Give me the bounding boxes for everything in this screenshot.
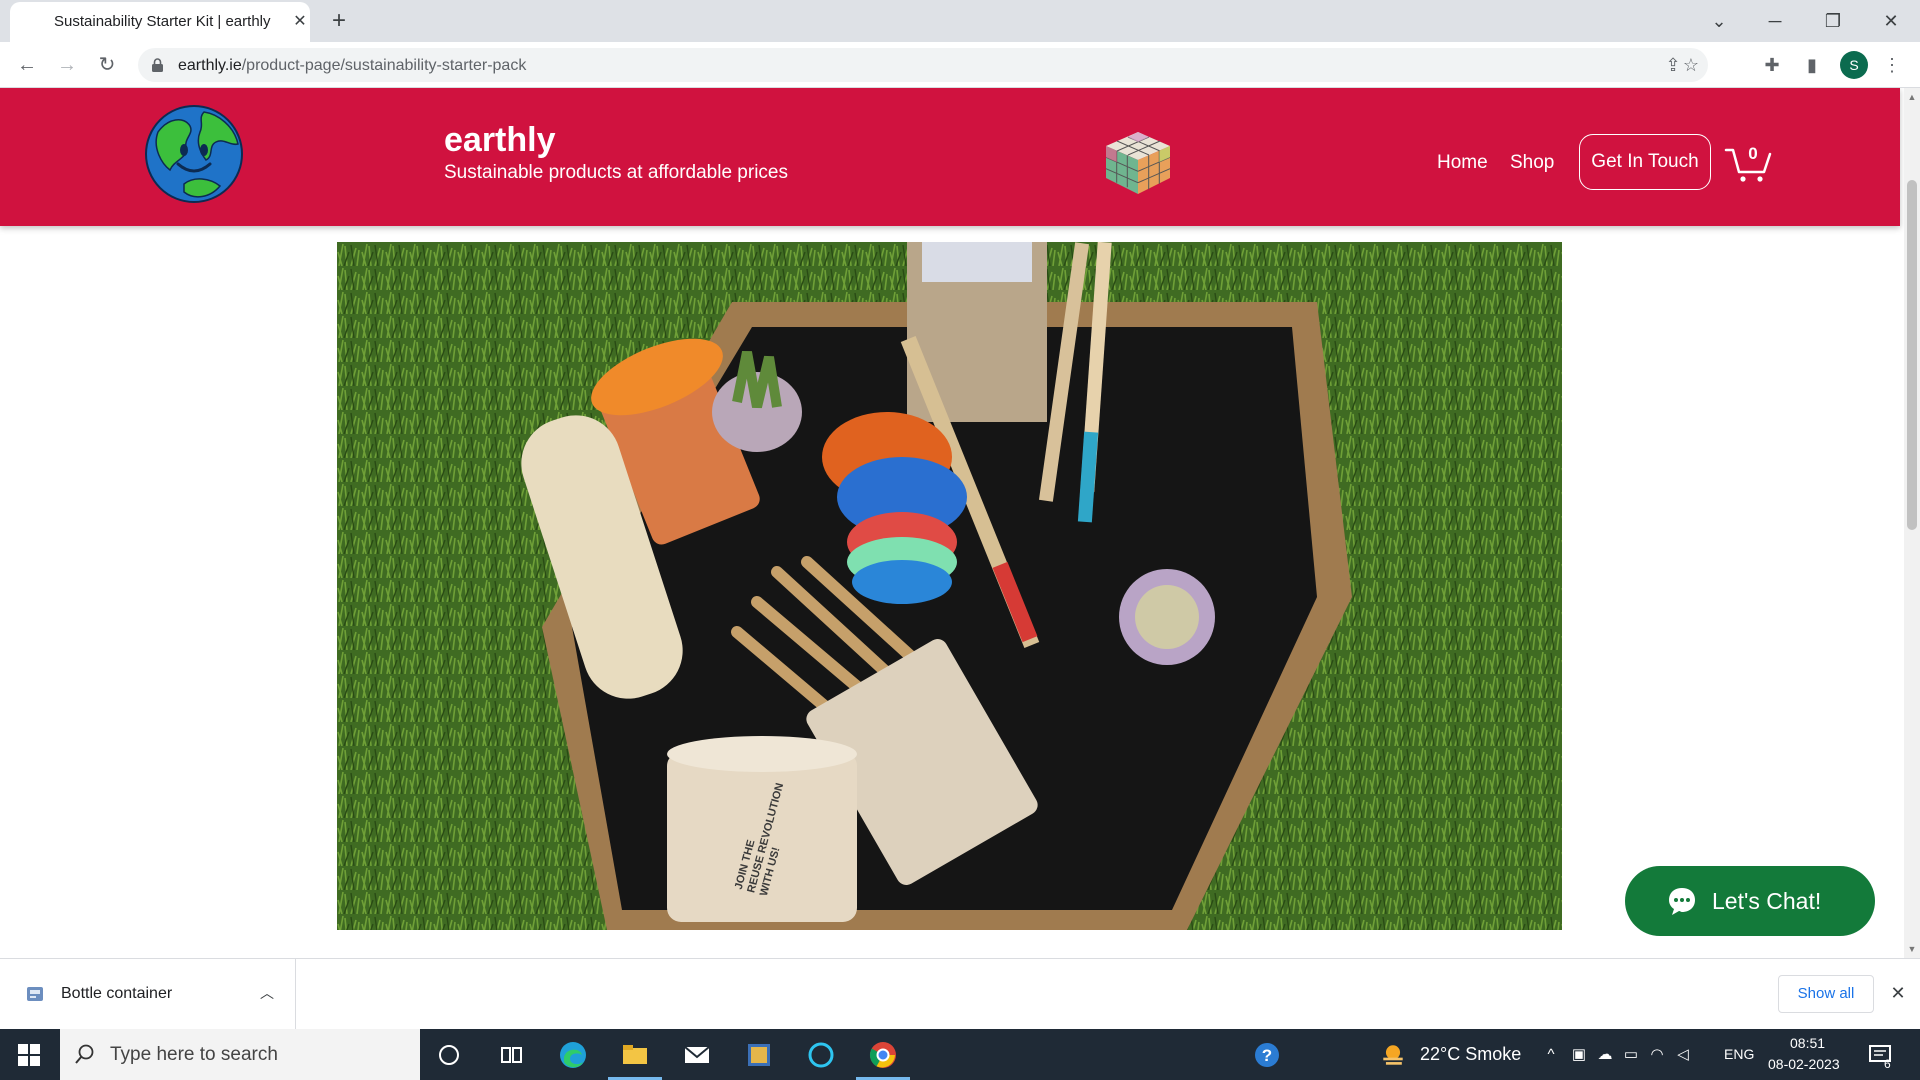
notifications-icon[interactable] — [1866, 1038, 1896, 1072]
scroll-down-icon[interactable]: ▼ — [1907, 944, 1917, 954]
help-icon[interactable]: ? — [1250, 1038, 1284, 1072]
product-hero-image[interactable]: JOIN THE REUSE REVOLUTION WITH US! — [337, 242, 1562, 930]
back-icon[interactable]: ← — [12, 50, 42, 80]
profile-avatar[interactable]: S — [1840, 51, 1868, 79]
taskbar-search-box[interactable]: Type here to search — [60, 1029, 420, 1080]
extensions-icon[interactable]: ✚ — [1760, 53, 1784, 77]
chrome-icon[interactable] — [866, 1038, 900, 1072]
bookmark-star-icon[interactable]: ☆ — [1680, 54, 1702, 76]
battery-icon[interactable]: ▭ — [1622, 1046, 1640, 1064]
file-icon — [27, 987, 43, 1001]
search-icon — [75, 1044, 94, 1064]
earth-smiley-logo[interactable] — [144, 104, 244, 204]
brand-name[interactable]: earthly — [444, 121, 556, 160]
nav-home[interactable]: Home — [1437, 152, 1488, 174]
chat-label: Let's Chat! — [1712, 888, 1822, 914]
cart-count: 0 — [1748, 144, 1758, 163]
get-in-touch-button[interactable]: Get In Touch — [1579, 134, 1711, 190]
download-file-name: Bottle container — [61, 985, 173, 1002]
tab-close-icon[interactable]: ✕ — [290, 12, 310, 32]
scroll-thumb[interactable] — [1907, 180, 1917, 530]
wifi-icon[interactable]: ◠ — [1648, 1046, 1666, 1064]
browser-tab[interactable]: Sustainability Starter Kit | earthly ✕ — [10, 2, 310, 42]
menu-kebab-icon[interactable]: ⋮ — [1880, 53, 1904, 77]
photos-app-icon[interactable] — [742, 1038, 776, 1072]
address-bar[interactable]: earthly.ie/product-page/sustainability-s… — [138, 48, 1708, 82]
notification-count: 6 — [1884, 1057, 1891, 1071]
windows-start-icon[interactable] — [18, 1044, 40, 1066]
page-viewport: earthly Sustainable products at affordab… — [0, 88, 1904, 958]
close-download-bar-icon[interactable]: ✕ — [1888, 983, 1908, 1003]
clock-time[interactable]: 08:51 — [1790, 1035, 1825, 1051]
browser-tab-bar: Sustainability Starter Kit | earthly ✕ +… — [0, 0, 1920, 42]
minimize-icon[interactable]: ─ — [1752, 4, 1798, 38]
show-all-button[interactable]: Show all — [1778, 975, 1874, 1013]
language-indicator[interactable]: ENG — [1724, 1046, 1754, 1062]
browser-toolbar: ← → ↻ earthly.ie/product-page/sustainabi… — [0, 42, 1920, 88]
scroll-up-icon[interactable]: ▲ — [1907, 92, 1917, 102]
task-view-icon[interactable] — [494, 1038, 528, 1072]
tab-title: Sustainability Starter Kit | earthly — [54, 13, 271, 30]
tab-search-icon[interactable]: ⌄ — [1696, 4, 1742, 38]
restore-icon[interactable]: ❐ — [1810, 4, 1856, 38]
svg-text:?: ? — [1262, 1046, 1272, 1065]
download-bar: Bottle container ︿ Show all ✕ — [0, 958, 1920, 1029]
rubiks-cube-icon — [1105, 132, 1171, 194]
taskbar-search-placeholder: Type here to search — [110, 1044, 278, 1065]
brand-tagline: Sustainable products at affordable price… — [444, 162, 788, 183]
cortana-icon[interactable] — [432, 1038, 466, 1072]
url-text[interactable]: earthly.ie/product-page/sustainability-s… — [178, 57, 526, 75]
meet-now-icon[interactable]: ▣ — [1570, 1046, 1588, 1064]
chevron-up-icon[interactable]: ︿ — [258, 983, 276, 1003]
windows-taskbar: Type here to search ? 22°C Smoke ^ ▣ ☁ ▭… — [0, 1029, 1920, 1080]
forward-icon[interactable]: → — [52, 50, 82, 80]
url-path: /product-page/sustainability-starter-pac… — [241, 57, 527, 74]
alexa-icon[interactable] — [804, 1038, 838, 1072]
weather-text[interactable]: 22°C Smoke — [1420, 1044, 1521, 1065]
page-scrollbar[interactable]: ▲ ▼ — [1904, 88, 1920, 958]
reload-icon[interactable]: ↻ — [92, 50, 122, 80]
nav-shop[interactable]: Shop — [1510, 152, 1554, 174]
mail-icon[interactable] — [680, 1038, 714, 1072]
site-header: earthly Sustainable products at affordab… — [0, 88, 1900, 226]
window-close-icon[interactable]: ✕ — [1868, 4, 1914, 38]
onedrive-icon[interactable]: ☁ — [1596, 1046, 1614, 1064]
file-explorer-icon[interactable] — [618, 1038, 652, 1072]
weather-icon[interactable] — [1378, 1038, 1408, 1072]
show-hidden-icons-chevron[interactable]: ^ — [1542, 1046, 1560, 1064]
edge-browser-icon[interactable] — [556, 1038, 590, 1072]
clock-date[interactable]: 08-02-2023 — [1768, 1056, 1840, 1072]
volume-icon[interactable]: ◁ — [1674, 1046, 1692, 1064]
url-host: earthly.ie — [178, 57, 242, 74]
lock-icon — [152, 58, 163, 72]
download-item[interactable]: Bottle container ︿ — [0, 959, 296, 1029]
chat-bubble-icon — [1669, 888, 1695, 915]
lets-chat-button[interactable]: Let's Chat! — [1625, 866, 1875, 936]
new-tab-icon[interactable]: + — [326, 8, 352, 34]
side-panel-icon[interactable]: ▮ — [1800, 53, 1824, 77]
